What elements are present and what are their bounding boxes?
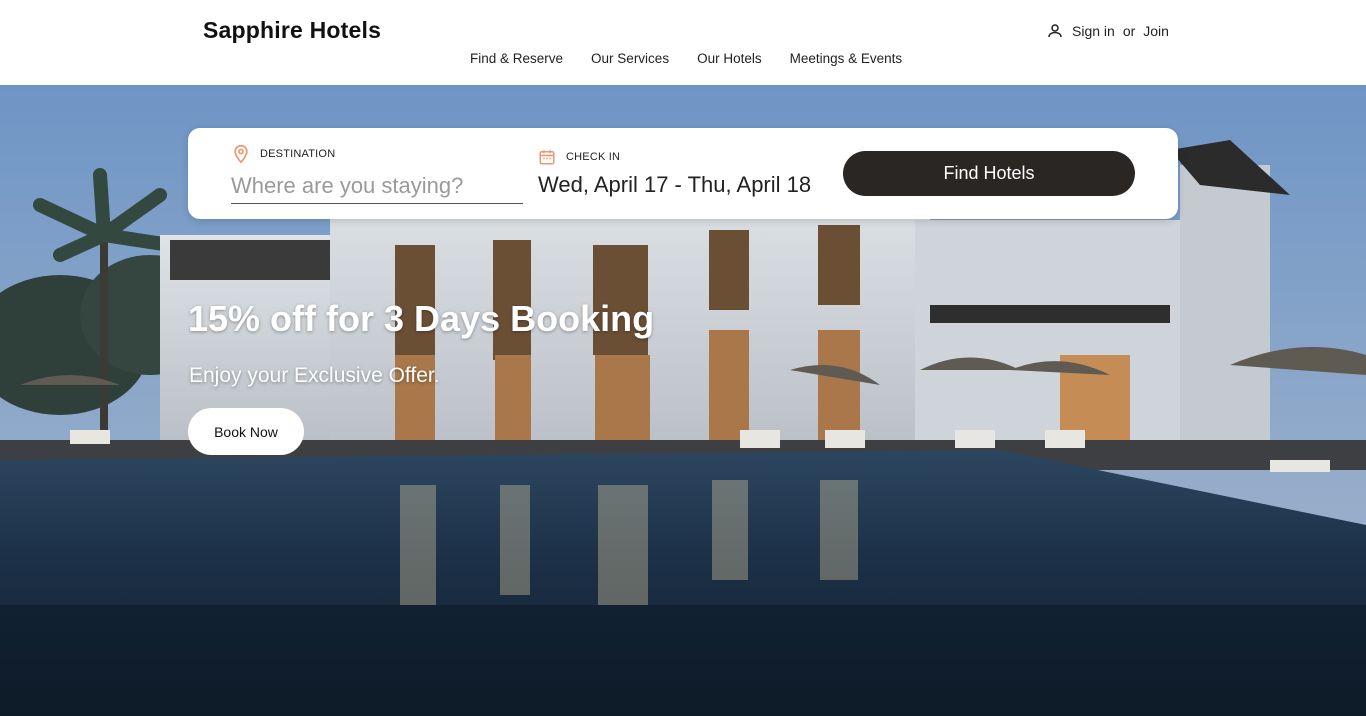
calendar-icon [539,150,555,165]
nav-item-our-hotels[interactable]: Our Hotels [697,51,762,66]
nav-item-meetings-events[interactable]: Meetings & Events [790,51,903,66]
auth-links: Sign in or Join [1046,22,1169,40]
destination-input[interactable] [231,168,523,204]
destination-label-row: DESTINATION [231,144,523,164]
date-range-value[interactable]: Wed, April 17 - Thu, April 18 [538,172,811,198]
location-pin-icon [234,144,248,164]
nav-item-our-services[interactable]: Our Services [591,51,669,66]
join-link[interactable]: Join [1143,23,1169,39]
find-hotels-button[interactable]: Find Hotels [843,151,1135,196]
check-in-label: CHECK IN [566,151,621,163]
main-nav: Find & Reserve Our Services Our Hotels M… [470,51,930,66]
book-now-button[interactable]: Book Now [188,408,304,455]
destination-label: DESTINATION [260,148,336,160]
hero-banner: DESTINATION CHECK IN Wed, April 17 - Thu… [0,85,1366,716]
promo-subtitle: Enjoy your Exclusive Offer. [189,364,440,387]
sign-in-link[interactable]: Sign in [1072,23,1115,39]
check-in-field-group[interactable]: CHECK IN Wed, April 17 - Thu, April 18 [538,148,838,197]
check-in-label-row: CHECK IN [538,148,838,166]
promo-title: 15% off for 3 Days Booking [188,298,655,339]
user-icon[interactable] [1046,22,1064,40]
site-header: Sapphire Hotels Find & Reserve Our Servi… [0,0,1366,85]
brand-logo[interactable]: Sapphire Hotels [203,17,381,44]
destination-field-group: DESTINATION [231,144,523,204]
search-panel: DESTINATION CHECK IN Wed, April 17 - Thu… [188,128,1178,219]
auth-separator: or [1122,23,1136,39]
nav-item-find-reserve[interactable]: Find & Reserve [470,51,563,66]
